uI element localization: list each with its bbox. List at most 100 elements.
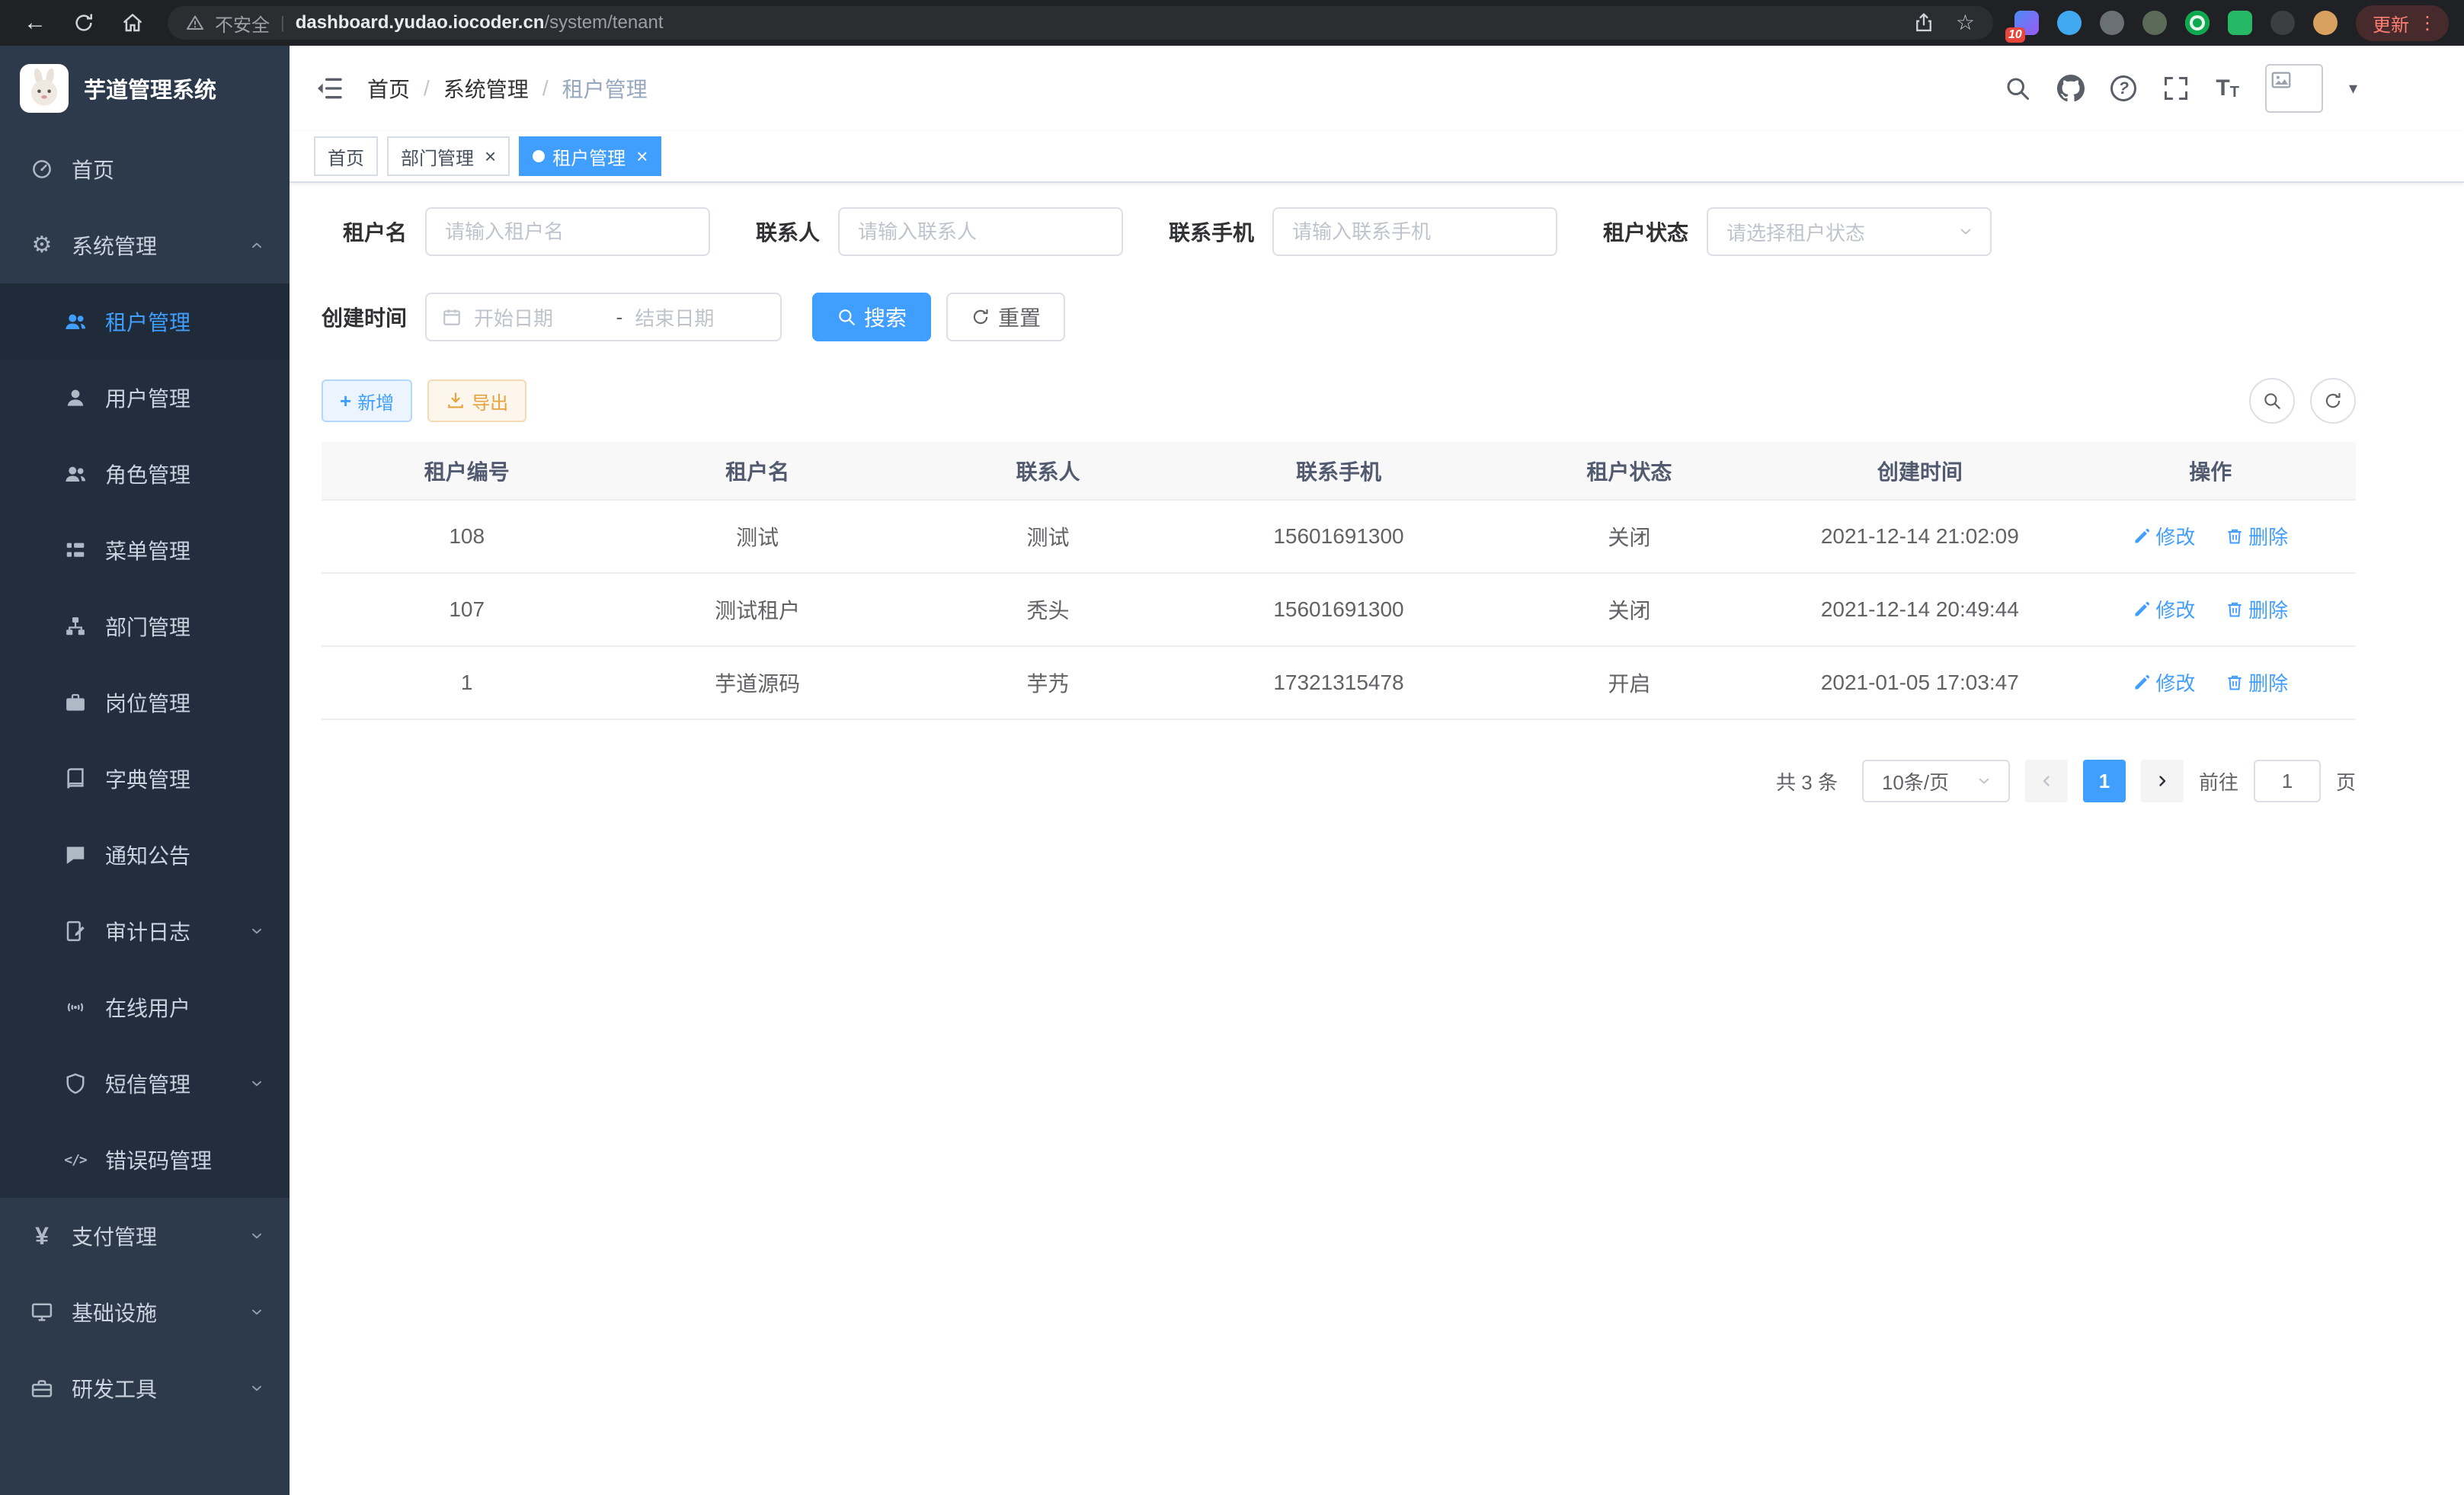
people-icon <box>64 463 87 485</box>
sidebar-item-error-code[interactable]: </> 错误码管理 <box>0 1122 290 1198</box>
sidebar-item-menu[interactable]: 菜单管理 <box>0 512 290 588</box>
calendar-icon <box>442 307 462 327</box>
sidebar-item-sms[interactable]: 短信管理 <box>0 1045 290 1122</box>
contact-cell: 测试 <box>903 500 1193 573</box>
table-header: 租户编号 租户名 联系人 联系手机 租户状态 创建时间 操作 <box>322 442 2356 500</box>
page-size-select[interactable]: 10条/页 <box>1862 760 2010 802</box>
tenant-name-input[interactable] <box>425 207 710 256</box>
contact-label: 联系人 <box>756 216 838 247</box>
toggle-search-button[interactable] <box>2249 378 2295 424</box>
next-page-button[interactable] <box>2141 760 2184 802</box>
system-submenu: 租户管理 用户管理 角色管理 菜单管理 部门管理 <box>0 283 290 1198</box>
filter-create-time: 创建时间 开始日期 - 结束日期 <box>322 293 782 341</box>
browser-home-button[interactable] <box>119 9 146 37</box>
created-at-cell: 2021-12-14 20:49:44 <box>1774 573 2065 646</box>
refresh-icon <box>971 307 990 327</box>
add-button[interactable]: + 新增 <box>322 379 412 422</box>
bookmark-star-icon[interactable]: ☆ <box>1956 12 1975 34</box>
address-actions: ☆ <box>1913 12 1975 34</box>
user-menu-caret-icon[interactable]: ▾ <box>2349 78 2357 98</box>
tab-close-icon[interactable]: × <box>485 146 496 166</box>
extension-icon[interactable]: 10 <box>2014 11 2039 35</box>
reset-button[interactable]: 重置 <box>946 293 1065 341</box>
tenant-status-select[interactable]: 请选择租户状态 <box>1707 207 1992 256</box>
delete-link[interactable]: 删除 <box>2226 595 2288 623</box>
edit-link[interactable]: 修改 <box>2133 522 2195 550</box>
date-end-placeholder: 结束日期 <box>635 303 765 331</box>
sidebar-item-home[interactable]: 首页 <box>0 131 290 207</box>
refresh-table-button[interactable] <box>2310 378 2356 424</box>
edit-link[interactable]: 修改 <box>2133 595 2195 623</box>
back-button[interactable]: ← <box>21 9 49 37</box>
delete-link[interactable]: 删除 <box>2226 668 2288 696</box>
create-time-range-picker[interactable]: 开始日期 - 结束日期 <box>425 293 782 341</box>
browser-menu-icon[interactable]: ⋮ <box>2418 12 2437 34</box>
github-icon[interactable] <box>2057 75 2085 102</box>
sidebar-item-tenant[interactable]: 租户管理 <box>0 283 290 360</box>
app-window: 芋道管理系统 首页 ⚙ 系统管理 租户管理 用户管理 <box>0 46 2464 1495</box>
tab-close-icon[interactable]: × <box>636 146 648 166</box>
people-icon <box>64 310 87 333</box>
extension-icon[interactable] <box>2270 11 2295 35</box>
search-icon[interactable] <box>2004 75 2031 102</box>
tab-dept[interactable]: 部门管理 × <box>387 136 510 176</box>
sidebar-item-audit-log[interactable]: 审计日志 <box>0 893 290 969</box>
shield-icon <box>64 1072 87 1095</box>
sidebar-item-post[interactable]: 岗位管理 <box>0 664 290 741</box>
extension-icon[interactable] <box>2142 11 2167 35</box>
tab-label: 租户管理 <box>552 143 626 170</box>
sidebar-item-system[interactable]: ⚙ 系统管理 <box>0 207 290 283</box>
update-label: 更新 <box>2373 10 2409 37</box>
edit-icon <box>2133 674 2151 692</box>
fullscreen-icon[interactable] <box>2162 75 2190 102</box>
breadcrumb-home[interactable]: 首页 <box>367 73 410 104</box>
sidebar-item-infra[interactable]: 基础设施 <box>0 1274 290 1350</box>
page-number-button[interactable]: 1 <box>2083 760 2126 802</box>
tab-tenant[interactable]: 租户管理 × <box>519 136 661 176</box>
extension-icon[interactable] <box>2057 11 2082 35</box>
tab-home[interactable]: 首页 <box>314 136 378 176</box>
search-icon <box>837 307 856 327</box>
extension-icon[interactable] <box>2185 11 2210 35</box>
sidebar-item-notice[interactable]: 通知公告 <box>0 817 290 893</box>
status-cell: 关闭 <box>1484 500 1774 573</box>
edit-link[interactable]: 修改 <box>2133 668 2195 696</box>
extension-icon[interactable] <box>2228 11 2252 35</box>
share-icon[interactable] <box>1913 12 1934 34</box>
extension-icon[interactable] <box>2100 11 2124 35</box>
sidebar-collapse-icon[interactable] <box>314 73 344 104</box>
contact-input[interactable] <box>838 207 1123 256</box>
goto-page-input[interactable] <box>2254 760 2321 802</box>
update-button[interactable]: 更新 ⋮ <box>2356 5 2449 41</box>
table-toolbar: + 新增 导出 <box>322 378 2356 424</box>
date-start-placeholder: 开始日期 <box>474 303 604 331</box>
reload-button[interactable] <box>70 9 98 37</box>
reset-button-label: 重置 <box>998 302 1041 332</box>
sidebar-item-dict[interactable]: 字典管理 <box>0 741 290 817</box>
phone-input[interactable] <box>1272 207 1557 256</box>
chevron-down-icon <box>1975 772 1993 790</box>
profile-avatar-icon[interactable] <box>2313 11 2338 35</box>
sidebar-item-label: 审计日志 <box>105 916 190 946</box>
sidebar-item-label: 短信管理 <box>105 1068 190 1099</box>
sidebar-item-devtools[interactable]: 研发工具 <box>0 1350 290 1426</box>
search-button[interactable]: 搜索 <box>812 293 931 341</box>
breadcrumb-system[interactable]: 系统管理 <box>443 73 529 104</box>
sidebar-item-payment[interactable]: ¥ 支付管理 <box>0 1198 290 1274</box>
delete-link[interactable]: 删除 <box>2226 522 2288 550</box>
font-size-icon[interactable]: TT <box>2216 77 2239 100</box>
sidebar-item-role[interactable]: 角色管理 <box>0 436 290 512</box>
prev-page-button[interactable] <box>2025 760 2068 802</box>
address-bar[interactable]: 不安全 | dashboard.yudao.iocoder.cn/system/… <box>168 6 1993 40</box>
pagination: 共 3 条 10条/页 1 前往 页 <box>322 760 2356 802</box>
phone-cell: 15601691300 <box>1193 573 1483 646</box>
sidebar-item-label: 部门管理 <box>105 611 190 642</box>
export-button[interactable]: 导出 <box>427 379 526 422</box>
logo-rabbit-image <box>20 64 69 113</box>
sidebar-item-dept[interactable]: 部门管理 <box>0 588 290 664</box>
help-icon[interactable]: ? <box>2110 75 2136 101</box>
sidebar-item-user[interactable]: 用户管理 <box>0 360 290 436</box>
code-icon: </> <box>64 1148 87 1171</box>
user-avatar[interactable] <box>2265 64 2323 113</box>
sidebar-item-online-user[interactable]: 在线用户 <box>0 969 290 1045</box>
